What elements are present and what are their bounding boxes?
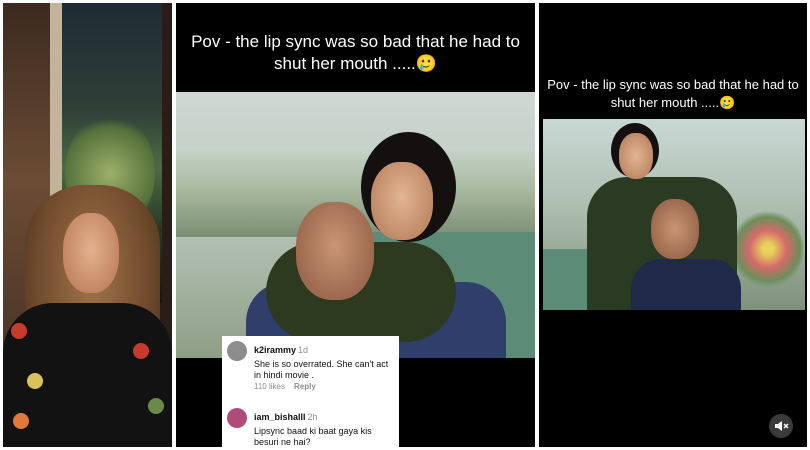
jacket-flower (133, 343, 149, 359)
comment: iam_bishalll 2h Lipsync baad ki baat gaya… (254, 407, 394, 448)
comments-panel: k2irammy 1d She is so overrated. She can'… (222, 336, 399, 447)
woman-face (371, 162, 433, 240)
avatar[interactable] (227, 341, 247, 361)
video-caption: Pov - the lip sync was so bad that he ha… (547, 77, 799, 110)
comment-time: 2h (307, 412, 318, 422)
video-frame[interactable] (176, 92, 535, 358)
jacket-flower (148, 398, 164, 414)
portrait-photo (3, 3, 172, 447)
mute-button[interactable] (769, 414, 793, 438)
man-face (651, 199, 699, 259)
jacket-flower (11, 323, 27, 339)
comment-text: Lipsync baad ki baat gaya kis besuri ne … (254, 426, 372, 447)
jacket-flower (13, 413, 29, 429)
video-frame[interactable] (543, 119, 805, 310)
jacket-flower (27, 373, 43, 389)
comment-username[interactable]: k2irammy (254, 345, 296, 355)
avatar[interactable] (227, 408, 247, 428)
comment-text: She is so overrated. She can't act in hi… (254, 359, 389, 380)
man-head (296, 202, 374, 300)
woman-face (619, 133, 653, 179)
video-caption: Pov - the lip sync was so bad that he ha… (191, 32, 520, 73)
comment: k2irammy 1d She is so overrated. She can'… (254, 340, 394, 381)
reply-link[interactable]: Reply (294, 382, 316, 391)
flower-vase (733, 209, 803, 289)
floral-jacket (3, 303, 172, 447)
comment-time: 1d (298, 345, 309, 355)
woman-face (63, 213, 119, 293)
speaker-muted-icon (775, 421, 789, 431)
comment-likes: 110 likes (254, 382, 285, 391)
man-body (631, 259, 741, 310)
comment-username[interactable]: iam_bishalll (254, 412, 306, 422)
